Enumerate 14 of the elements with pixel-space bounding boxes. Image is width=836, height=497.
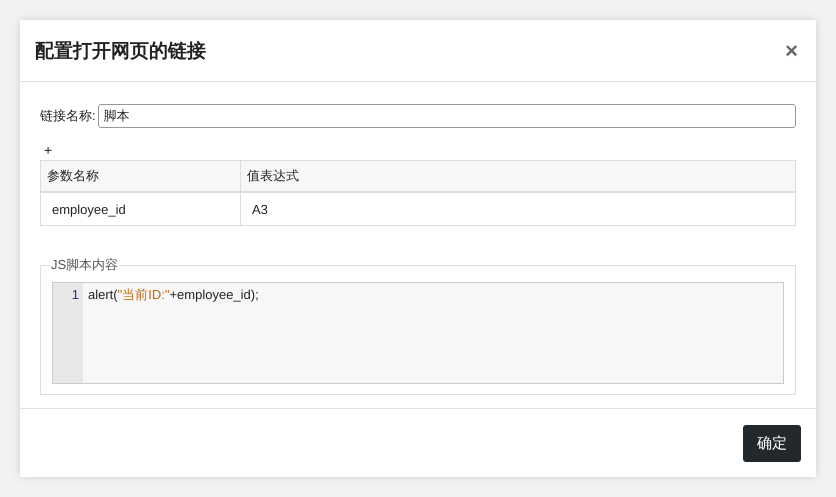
link-name-label: 链接名称: [40,107,96,125]
table-cell: A3 [240,192,796,226]
code-editor[interactable]: 1 alert("当前ID:"+employee_id); [52,282,784,384]
confirm-button[interactable]: 确定 [743,424,801,462]
table-cell: employee_id [40,192,240,226]
link-name-field[interactable]: 脚本 [98,104,796,128]
add-button[interactable]: + [42,142,54,158]
close-button[interactable]: × [783,40,800,62]
column-header: 参数名称 [40,160,240,192]
dialog-title: 配置打开网页的链接 [35,40,206,64]
script-legend: JS脚本内容 [50,256,120,274]
column-header: 值表达式 [240,160,796,192]
code-line: alert("当前ID:"+employee_id); [88,286,259,303]
line-number: 1 [72,286,79,303]
